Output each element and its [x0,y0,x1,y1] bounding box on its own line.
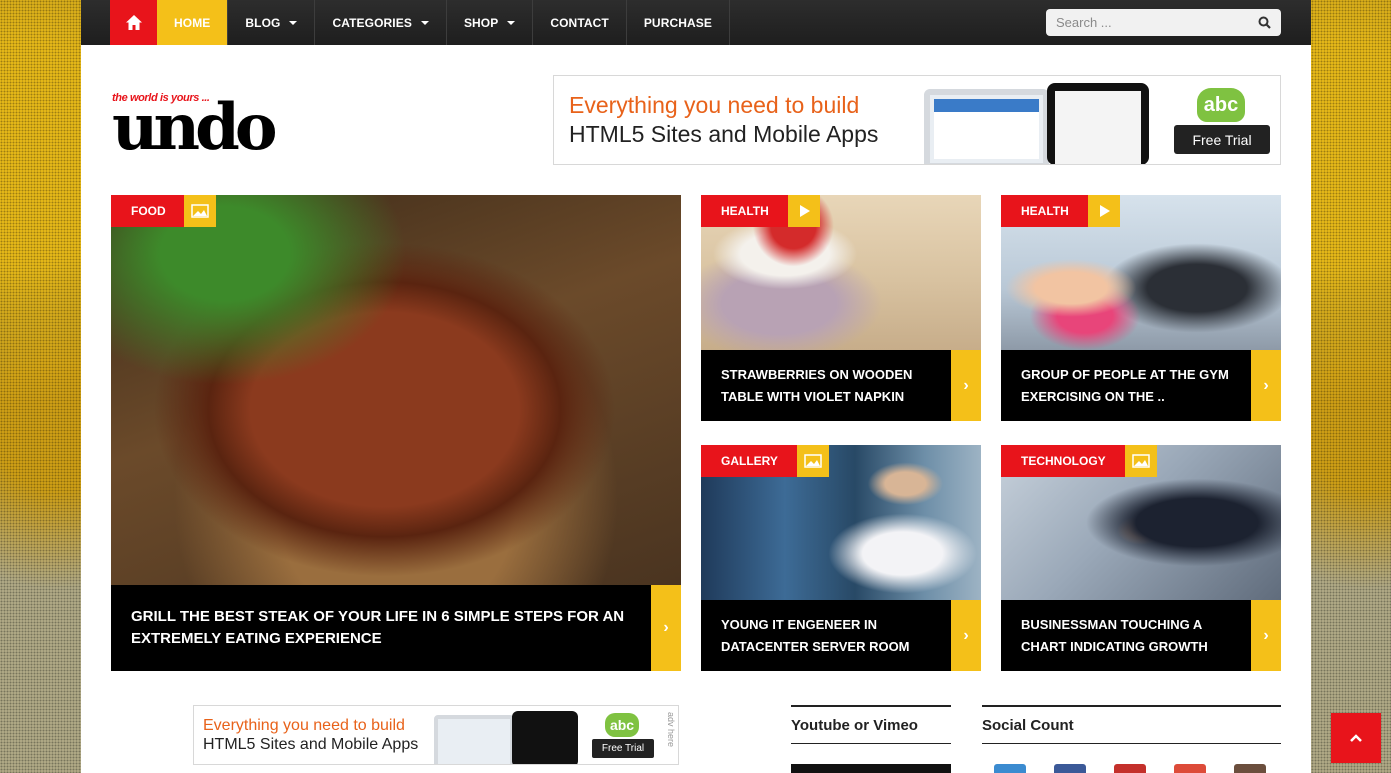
youtube-icon[interactable] [1114,764,1146,773]
nav-item-contact[interactable]: Contact [533,0,627,45]
chevron-up-icon [1350,734,1362,742]
category-tag[interactable]: Health [701,195,789,227]
laptop-screen-image [924,89,1049,164]
top-navigation: Home Blog Categories Shop Contact Purcha… [81,0,1311,45]
abc-logo-badge: abc [1197,88,1245,122]
ad-line-2: HTML5 Sites and Mobile Apps [569,121,879,147]
nav-item-label: Contact [550,15,609,30]
nav-item-home[interactable]: Home [157,0,229,45]
content-ad-banner[interactable]: Everything you need to build HTML5 Sites… [193,705,679,765]
featured-post[interactable]: Technology Businessman touching a chart … [1001,445,1281,671]
nav-item-label: Blog [245,15,281,30]
image-icon [1125,445,1157,477]
category-tag[interactable]: Technology [1001,445,1126,477]
chevron-right-icon[interactable]: › [1251,350,1281,421]
nav-item-label: Categories [332,15,412,30]
nav-item-blog[interactable]: Blog [228,0,316,45]
post-title[interactable]: Businessman touching a chart indicating … [1001,600,1251,671]
category-tag[interactable]: Food [111,195,186,227]
ad-line-1: Everything you need to build [569,92,860,118]
gallery-icon [184,195,216,227]
chevron-down-icon [420,20,429,25]
site-logo[interactable]: the world is yours ... undo [112,90,277,165]
category-tag[interactable]: Health [1001,195,1089,227]
home-icon [125,15,142,30]
search-box [1046,9,1281,36]
chevron-right-icon[interactable]: › [651,585,681,671]
chevron-right-icon[interactable]: › [951,350,981,421]
featured-post[interactable]: Gallery Young IT engeneer in datacenter … [701,445,981,671]
gallery-icon [797,445,829,477]
chevron-down-icon [289,20,298,25]
search-icon[interactable] [1258,16,1271,29]
ad-line-1: Everything you need to build [203,717,405,734]
nav-item-purchase[interactable]: Purchase [627,0,730,45]
video-embed[interactable] [791,764,951,773]
free-trial-button[interactable]: Free Trial [1174,125,1270,154]
nav-item-shop[interactable]: Shop [447,0,534,45]
category-tag[interactable]: Gallery [701,445,798,477]
ad-line-2: HTML5 Sites and Mobile Apps [203,736,419,753]
featured-post-main[interactable]: Food Grill the best steak of your life i… [111,195,681,671]
logo-wordmark: undo [112,90,277,165]
widget-title-social: Social Count [982,705,1281,744]
widget-title-video: Youtube or Vimeo [791,705,951,744]
page: Home Blog Categories Shop Contact Purcha… [81,0,1311,773]
nav-item-categories[interactable]: Categories [315,0,447,45]
tablet-image [512,711,578,764]
abc-logo-badge: abc [605,713,639,737]
twitter-icon[interactable] [994,764,1026,773]
instagram-icon[interactable] [1234,764,1266,773]
search-input[interactable] [1056,15,1258,30]
back-to-top-button[interactable] [1331,713,1381,763]
chevron-right-icon[interactable]: › [951,600,981,671]
nav-item-label: Home [174,15,211,30]
home-icon-button[interactable] [110,0,157,45]
chevron-right-icon[interactable]: › [1251,600,1281,671]
post-title[interactable]: Group of people at the gym exercising on… [1001,350,1251,421]
featured-post[interactable]: Health Strawberries on wooden table with… [701,195,981,421]
adv-here-label: adv here [666,712,676,748]
background-left [0,0,81,773]
chevron-down-icon [507,20,516,25]
post-title[interactable]: Young IT engeneer in datacenter server r… [701,600,951,671]
play-icon [1088,195,1120,227]
post-title[interactable]: Strawberries on wooden table with violet… [701,350,951,421]
header-ad-banner[interactable]: Everything you need to build HTML5 Sites… [553,75,1281,165]
tablet-image [1047,83,1149,164]
google-plus-icon[interactable] [1174,764,1206,773]
facebook-icon[interactable] [1054,764,1086,773]
post-title[interactable]: Grill the best steak of your life in 6 s… [111,585,651,671]
background-right [1311,0,1391,773]
nav-item-label: Purchase [643,15,712,30]
featured-post[interactable]: Health Group of people at the gym exerci… [1001,195,1281,421]
free-trial-button[interactable]: Free Trial [592,739,654,758]
steak-photo [111,195,681,585]
play-icon [788,195,820,227]
laptop-screen-image [434,715,514,764]
nav-item-label: Shop [463,15,499,30]
